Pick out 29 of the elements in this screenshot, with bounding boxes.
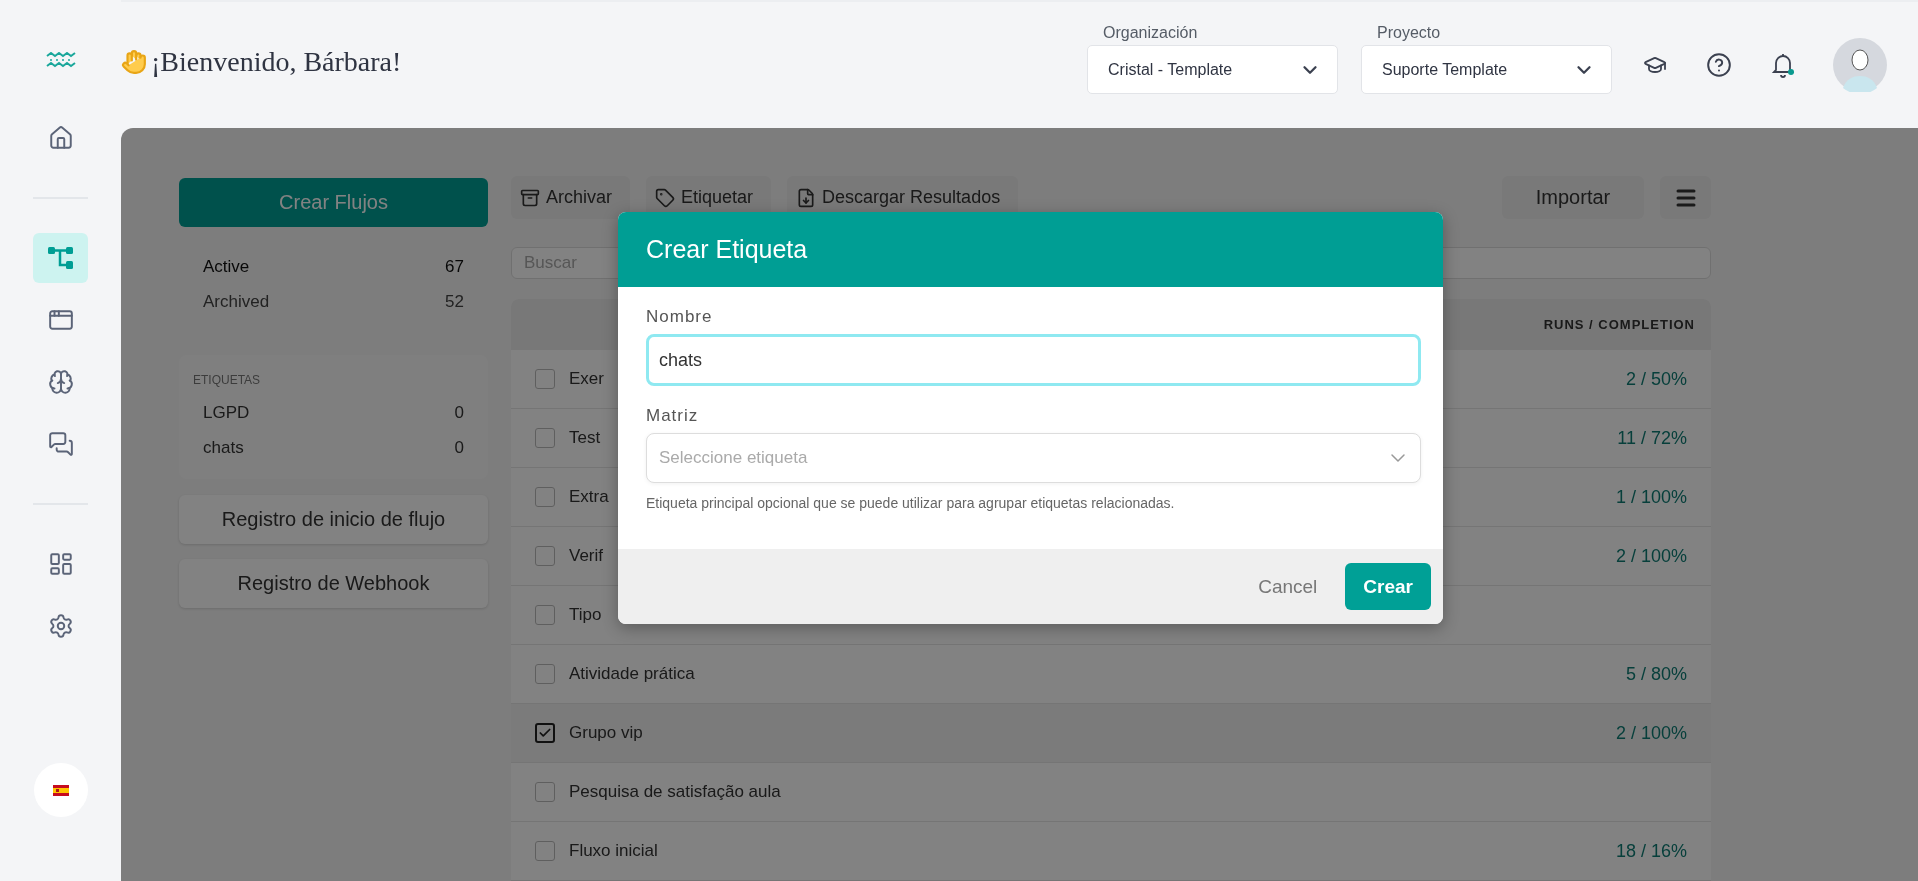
flow-name: Fluxo inicial — [569, 841, 658, 861]
runs-completion: 18 / 16% — [1615, 840, 1687, 862]
field-label: Matriz — [646, 406, 700, 426]
runs-completion: 11 / 72% — [1617, 427, 1687, 449]
runs-completion: 1 / 100% — [1615, 486, 1687, 508]
welcome-title: ¡Bienvenido, Bárbara! — [151, 46, 402, 78]
flow-name: Test — [569, 428, 601, 448]
runs-completion: 2 / 100% — [1615, 545, 1687, 567]
flow-name: Atividade prática — [569, 664, 695, 684]
flow-name: Pesquisa de satisfação aula — [569, 782, 781, 802]
runs-completion: 2 / 100% — [1615, 722, 1687, 744]
select-label: Organización — [1103, 24, 1199, 42]
flow-name: Exer — [569, 369, 604, 389]
tag-count: 0 — [454, 402, 464, 423]
flow-name: Extra — [569, 487, 609, 507]
filter-count: 52 — [445, 291, 464, 312]
flow-name: Verif — [569, 546, 604, 566]
help-text: Etiqueta principal opcional que se puede utilizar para agrupar etiquetas relacionadas. — [646, 495, 1176, 511]
runs-completion: 5 / 80% — [1625, 663, 1687, 685]
filter-count: 67 — [445, 256, 464, 277]
select-label: Proyecto — [1377, 24, 1442, 42]
column-header: RUNS / COMPLETION — [1543, 317, 1695, 332]
flow-name: Grupo vip — [569, 723, 643, 743]
flow-name: Tipo — [569, 605, 602, 625]
runs-completion: 2 / 50% — [1625, 368, 1687, 390]
dialog-title: Crear Etiqueta — [646, 235, 808, 264]
field-label: Nombre — [646, 307, 714, 327]
tags-heading: ETIQUETAS — [193, 373, 262, 387]
tag-count: 0 — [454, 437, 464, 458]
